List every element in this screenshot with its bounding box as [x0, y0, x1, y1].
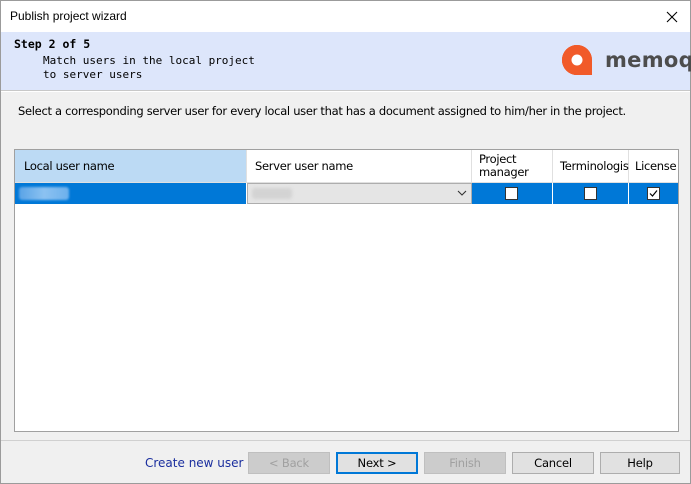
project-manager-cell: [472, 183, 553, 204]
chevron-down-icon[interactable]: [457, 189, 467, 197]
memoq-logo-text: memoq: [605, 48, 691, 72]
terminologist-checkbox[interactable]: [584, 187, 597, 200]
local-user-cell[interactable]: [15, 183, 247, 204]
header-divider: [1, 90, 690, 92]
column-header-project-manager[interactable]: Project manager: [472, 150, 553, 183]
wizard-window: Publish project wizard Step 2 of 5 Match…: [0, 0, 691, 484]
footer-divider: [1, 440, 690, 441]
wizard-header: Step 2 of 5 Match users in the local pro…: [1, 32, 691, 90]
title-bar: Publish project wizard: [1, 1, 690, 32]
instruction-text: Select a corresponding server user for e…: [18, 104, 626, 118]
user-mapping-grid[interactable]: Local user name Server user name Project…: [14, 149, 679, 432]
next-button[interactable]: Next >: [336, 452, 418, 474]
memoq-logo-icon: [562, 45, 592, 75]
terminologist-cell: [553, 183, 629, 204]
column-header-project-manager-label: Project manager: [479, 152, 529, 179]
project-manager-checkbox[interactable]: [505, 187, 518, 200]
redacted-local-user-name: [19, 187, 69, 200]
grid-header: Local user name Server user name Project…: [15, 150, 678, 183]
column-header-local-user-label: Local user name: [24, 159, 115, 173]
finish-button[interactable]: Finish: [424, 452, 506, 474]
column-header-server-user-label: Server user name: [255, 159, 353, 173]
memoq-logo: memoq: [559, 42, 691, 78]
help-button[interactable]: Help: [600, 452, 680, 474]
license-checkbox[interactable]: [647, 187, 660, 200]
close-icon: [666, 11, 678, 22]
close-button[interactable]: [654, 1, 690, 32]
checkmark-icon: [649, 190, 658, 197]
column-header-local-user[interactable]: Local user name: [15, 150, 247, 183]
column-header-terminologist[interactable]: Terminologist: [553, 150, 633, 183]
cancel-button[interactable]: Cancel: [512, 452, 594, 474]
create-new-user-link[interactable]: Create new user: [145, 456, 243, 470]
column-header-server-user[interactable]: Server user name: [247, 150, 472, 183]
column-header-license[interactable]: License: [629, 150, 678, 183]
back-button[interactable]: < Back: [248, 452, 330, 474]
step-title: Step 2 of 5: [14, 37, 91, 51]
table-row[interactable]: [15, 183, 678, 204]
column-header-terminologist-label: Terminologist: [560, 159, 633, 173]
redacted-server-user-name: [252, 188, 292, 199]
license-cell: [629, 183, 678, 204]
step-description: Match users in the local project to serv…: [43, 54, 255, 81]
window-title: Publish project wizard: [10, 9, 127, 23]
column-header-license-label: License: [635, 159, 677, 173]
server-user-combobox[interactable]: [247, 183, 472, 204]
